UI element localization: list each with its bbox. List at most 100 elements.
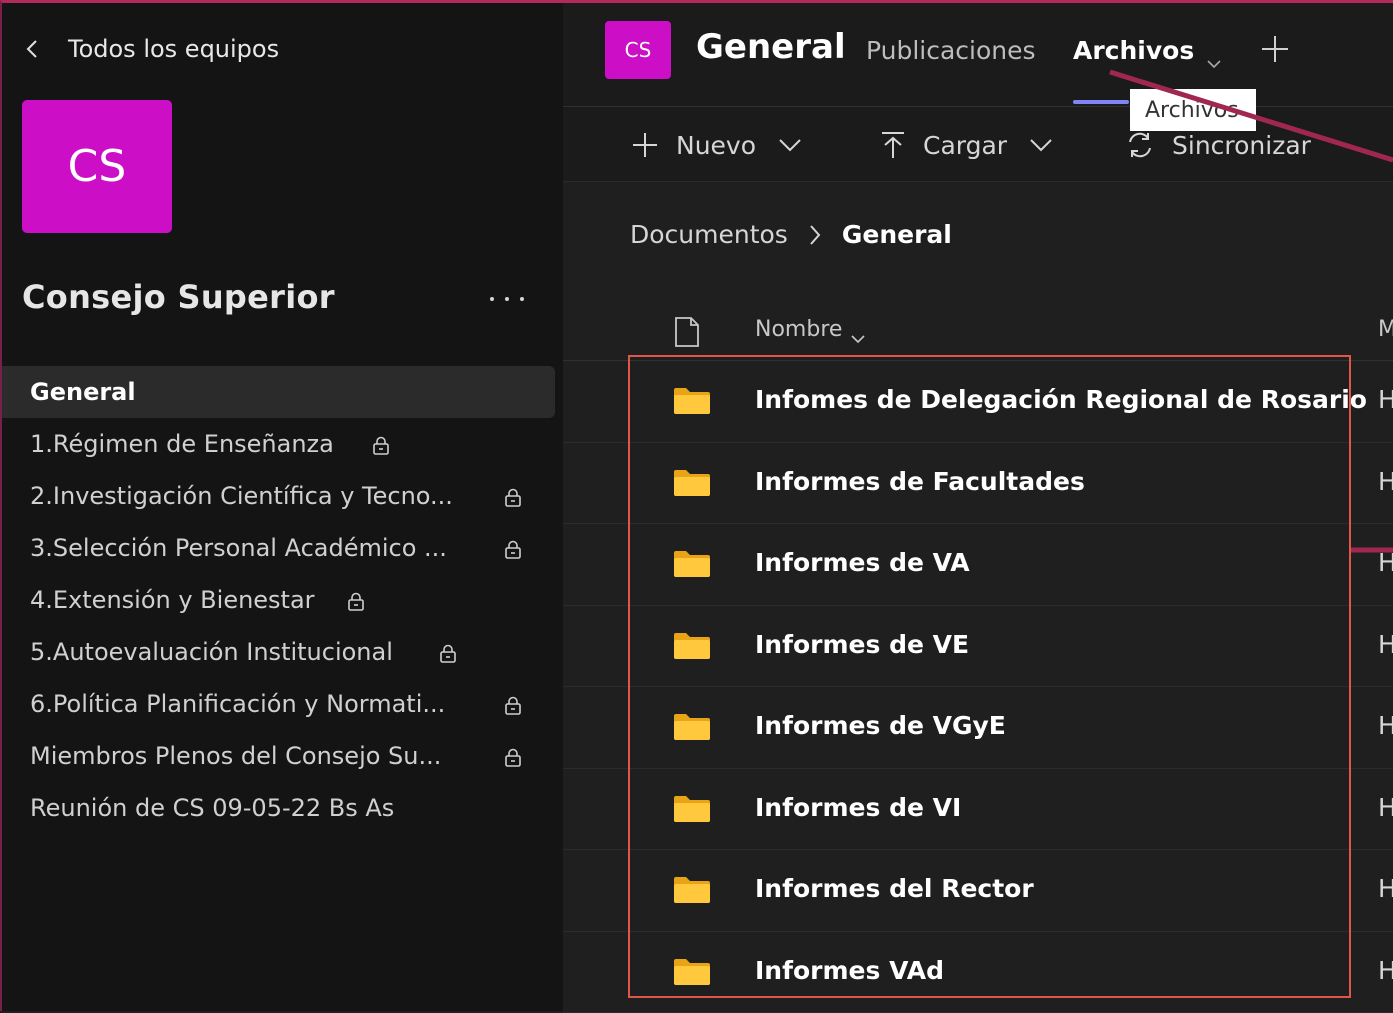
- lock-icon: [503, 694, 523, 714]
- more-options-icon[interactable]: [490, 293, 524, 305]
- table-row[interactable]: Informes de VGyE H: [563, 687, 1393, 769]
- lock-icon: [503, 538, 523, 558]
- tab-tooltip: Archivos: [1130, 89, 1256, 131]
- file-name: Informes de VGyE: [755, 711, 1006, 740]
- table-row[interactable]: Informes de VA H: [563, 524, 1393, 606]
- breadcrumb: Documentos General: [630, 216, 952, 252]
- channel-team-avatar: CS: [605, 21, 671, 79]
- file-name: Informes del Rector: [755, 874, 1034, 903]
- file-name: Infomes de Delegación Regional de Rosari…: [755, 385, 1367, 414]
- file-modified: H: [1378, 385, 1393, 414]
- channel-label: Reunión de CS 09-05-22 Bs As: [30, 794, 394, 822]
- channel-header: CS General Publicaciones Archivos Archiv…: [563, 0, 1393, 107]
- chevron-down-icon: [1206, 46, 1222, 56]
- table-row[interactable]: Informes de VE H: [563, 606, 1393, 688]
- team-initials: CS: [625, 38, 652, 62]
- sync-label: Sincronizar: [1172, 131, 1311, 160]
- lock-icon: [346, 590, 366, 610]
- channel-item[interactable]: 4.Extensión y Bienestar: [0, 574, 563, 626]
- folder-icon: [673, 876, 711, 904]
- file-name: Informes de VI: [755, 793, 961, 822]
- channel-item[interactable]: 5.Autoevaluación Institucional: [0, 626, 563, 678]
- breadcrumb-documentos[interactable]: Documentos: [630, 220, 788, 249]
- file-name: Informes de VE: [755, 630, 969, 659]
- file-name: Informes de Facultades: [755, 467, 1085, 496]
- new-button[interactable]: Nuevo: [630, 128, 802, 162]
- channel-label: 5.Autoevaluación Institucional: [30, 638, 393, 666]
- file-modified: H: [1378, 467, 1393, 496]
- sync-button[interactable]: Sincronizar: [1124, 128, 1311, 162]
- channel-item[interactable]: 3.Selección Personal Académico ...: [0, 522, 563, 574]
- channel-list: General 1.Régimen de Enseñanza 2.Investi…: [0, 366, 563, 834]
- file-type-icon[interactable]: [673, 316, 701, 348]
- file-modified: H: [1378, 874, 1393, 903]
- name-column-header[interactable]: Nombre: [755, 317, 866, 342]
- tab-archivos[interactable]: Archivos: [1073, 36, 1222, 65]
- file-modified: H: [1378, 630, 1393, 659]
- lock-icon: [503, 486, 523, 506]
- folder-icon: [673, 387, 711, 415]
- channel-label: 4.Extensión y Bienestar: [30, 586, 315, 614]
- chevron-down-icon: [850, 325, 866, 335]
- team-name: Consejo Superior: [22, 278, 335, 316]
- file-list: Infomes de Delegación Regional de Rosari…: [563, 361, 1393, 1013]
- channel-label: Miembros Plenos del Consejo Su...: [30, 742, 441, 770]
- folder-icon: [673, 958, 711, 986]
- main-panel: CS General Publicaciones Archivos Archiv…: [563, 0, 1393, 1011]
- table-row[interactable]: Informes VAd H: [563, 932, 1393, 1013]
- chevron-right-icon: [808, 223, 822, 245]
- lock-icon: [438, 642, 458, 662]
- file-name: Informes de VA: [755, 548, 970, 577]
- file-modified: H: [1378, 711, 1393, 740]
- team-avatar: CS: [22, 100, 172, 233]
- channel-item[interactable]: Miembros Plenos del Consejo Su...: [0, 730, 563, 782]
- table-row[interactable]: Informes del Rector H: [563, 850, 1393, 932]
- file-list-header: Nombre M: [563, 300, 1393, 361]
- channel-label: 2.Investigación Científica y Tecno...: [30, 482, 453, 510]
- folder-icon: [673, 713, 711, 741]
- channel-label: 3.Selección Personal Académico ...: [30, 534, 447, 562]
- file-modified: H: [1378, 793, 1393, 822]
- channel-label: General: [30, 378, 136, 406]
- tab-archivos-label: Archivos: [1073, 36, 1194, 65]
- folder-icon: [673, 550, 711, 578]
- table-row[interactable]: Informes de VI H: [563, 769, 1393, 851]
- channel-label: 1.Régimen de Enseñanza: [30, 430, 334, 458]
- channel-item-general[interactable]: General: [0, 366, 555, 418]
- modified-column-header[interactable]: M: [1378, 317, 1393, 342]
- upload-icon: [879, 130, 907, 160]
- sidebar: Todos los equipos CS Consejo Superior Ge…: [0, 0, 563, 1011]
- back-label: Todos los equipos: [68, 35, 279, 63]
- folder-icon: [673, 795, 711, 823]
- breadcrumb-current: General: [842, 220, 952, 249]
- folder-icon: [673, 469, 711, 497]
- command-bar: Nuevo Cargar Sincronizar: [563, 107, 1393, 182]
- lock-icon: [503, 746, 523, 766]
- chevron-left-icon: [26, 39, 42, 59]
- active-tab-indicator: [1073, 100, 1129, 104]
- channel-title: General: [696, 27, 846, 67]
- chevron-down-icon: [778, 138, 802, 152]
- file-modified: H: [1378, 548, 1393, 577]
- file-modified: H: [1378, 956, 1393, 985]
- folder-icon: [673, 632, 711, 660]
- name-column-label: Nombre: [755, 317, 842, 342]
- sync-icon: [1124, 130, 1156, 160]
- team-initials: CS: [68, 141, 127, 192]
- add-tab-icon[interactable]: [1260, 34, 1290, 64]
- upload-label: Cargar: [923, 131, 1007, 160]
- file-name: Informes VAd: [755, 956, 944, 985]
- table-row[interactable]: Informes de Facultades H: [563, 443, 1393, 525]
- channel-item[interactable]: 1.Régimen de Enseñanza: [0, 418, 563, 470]
- back-to-teams-button[interactable]: Todos los equipos: [26, 32, 279, 66]
- channel-item[interactable]: 6.Política Planificación y Normati...: [0, 678, 563, 730]
- channel-label: 6.Política Planificación y Normati...: [30, 690, 445, 718]
- channel-item[interactable]: Reunión de CS 09-05-22 Bs As: [0, 782, 563, 834]
- upload-button[interactable]: Cargar: [879, 128, 1053, 162]
- plus-icon: [630, 130, 660, 160]
- new-label: Nuevo: [676, 131, 756, 160]
- tab-publicaciones[interactable]: Publicaciones: [866, 36, 1036, 65]
- channel-item[interactable]: 2.Investigación Científica y Tecno...: [0, 470, 563, 522]
- table-row[interactable]: Infomes de Delegación Regional de Rosari…: [563, 361, 1393, 443]
- chevron-down-icon: [1029, 138, 1053, 152]
